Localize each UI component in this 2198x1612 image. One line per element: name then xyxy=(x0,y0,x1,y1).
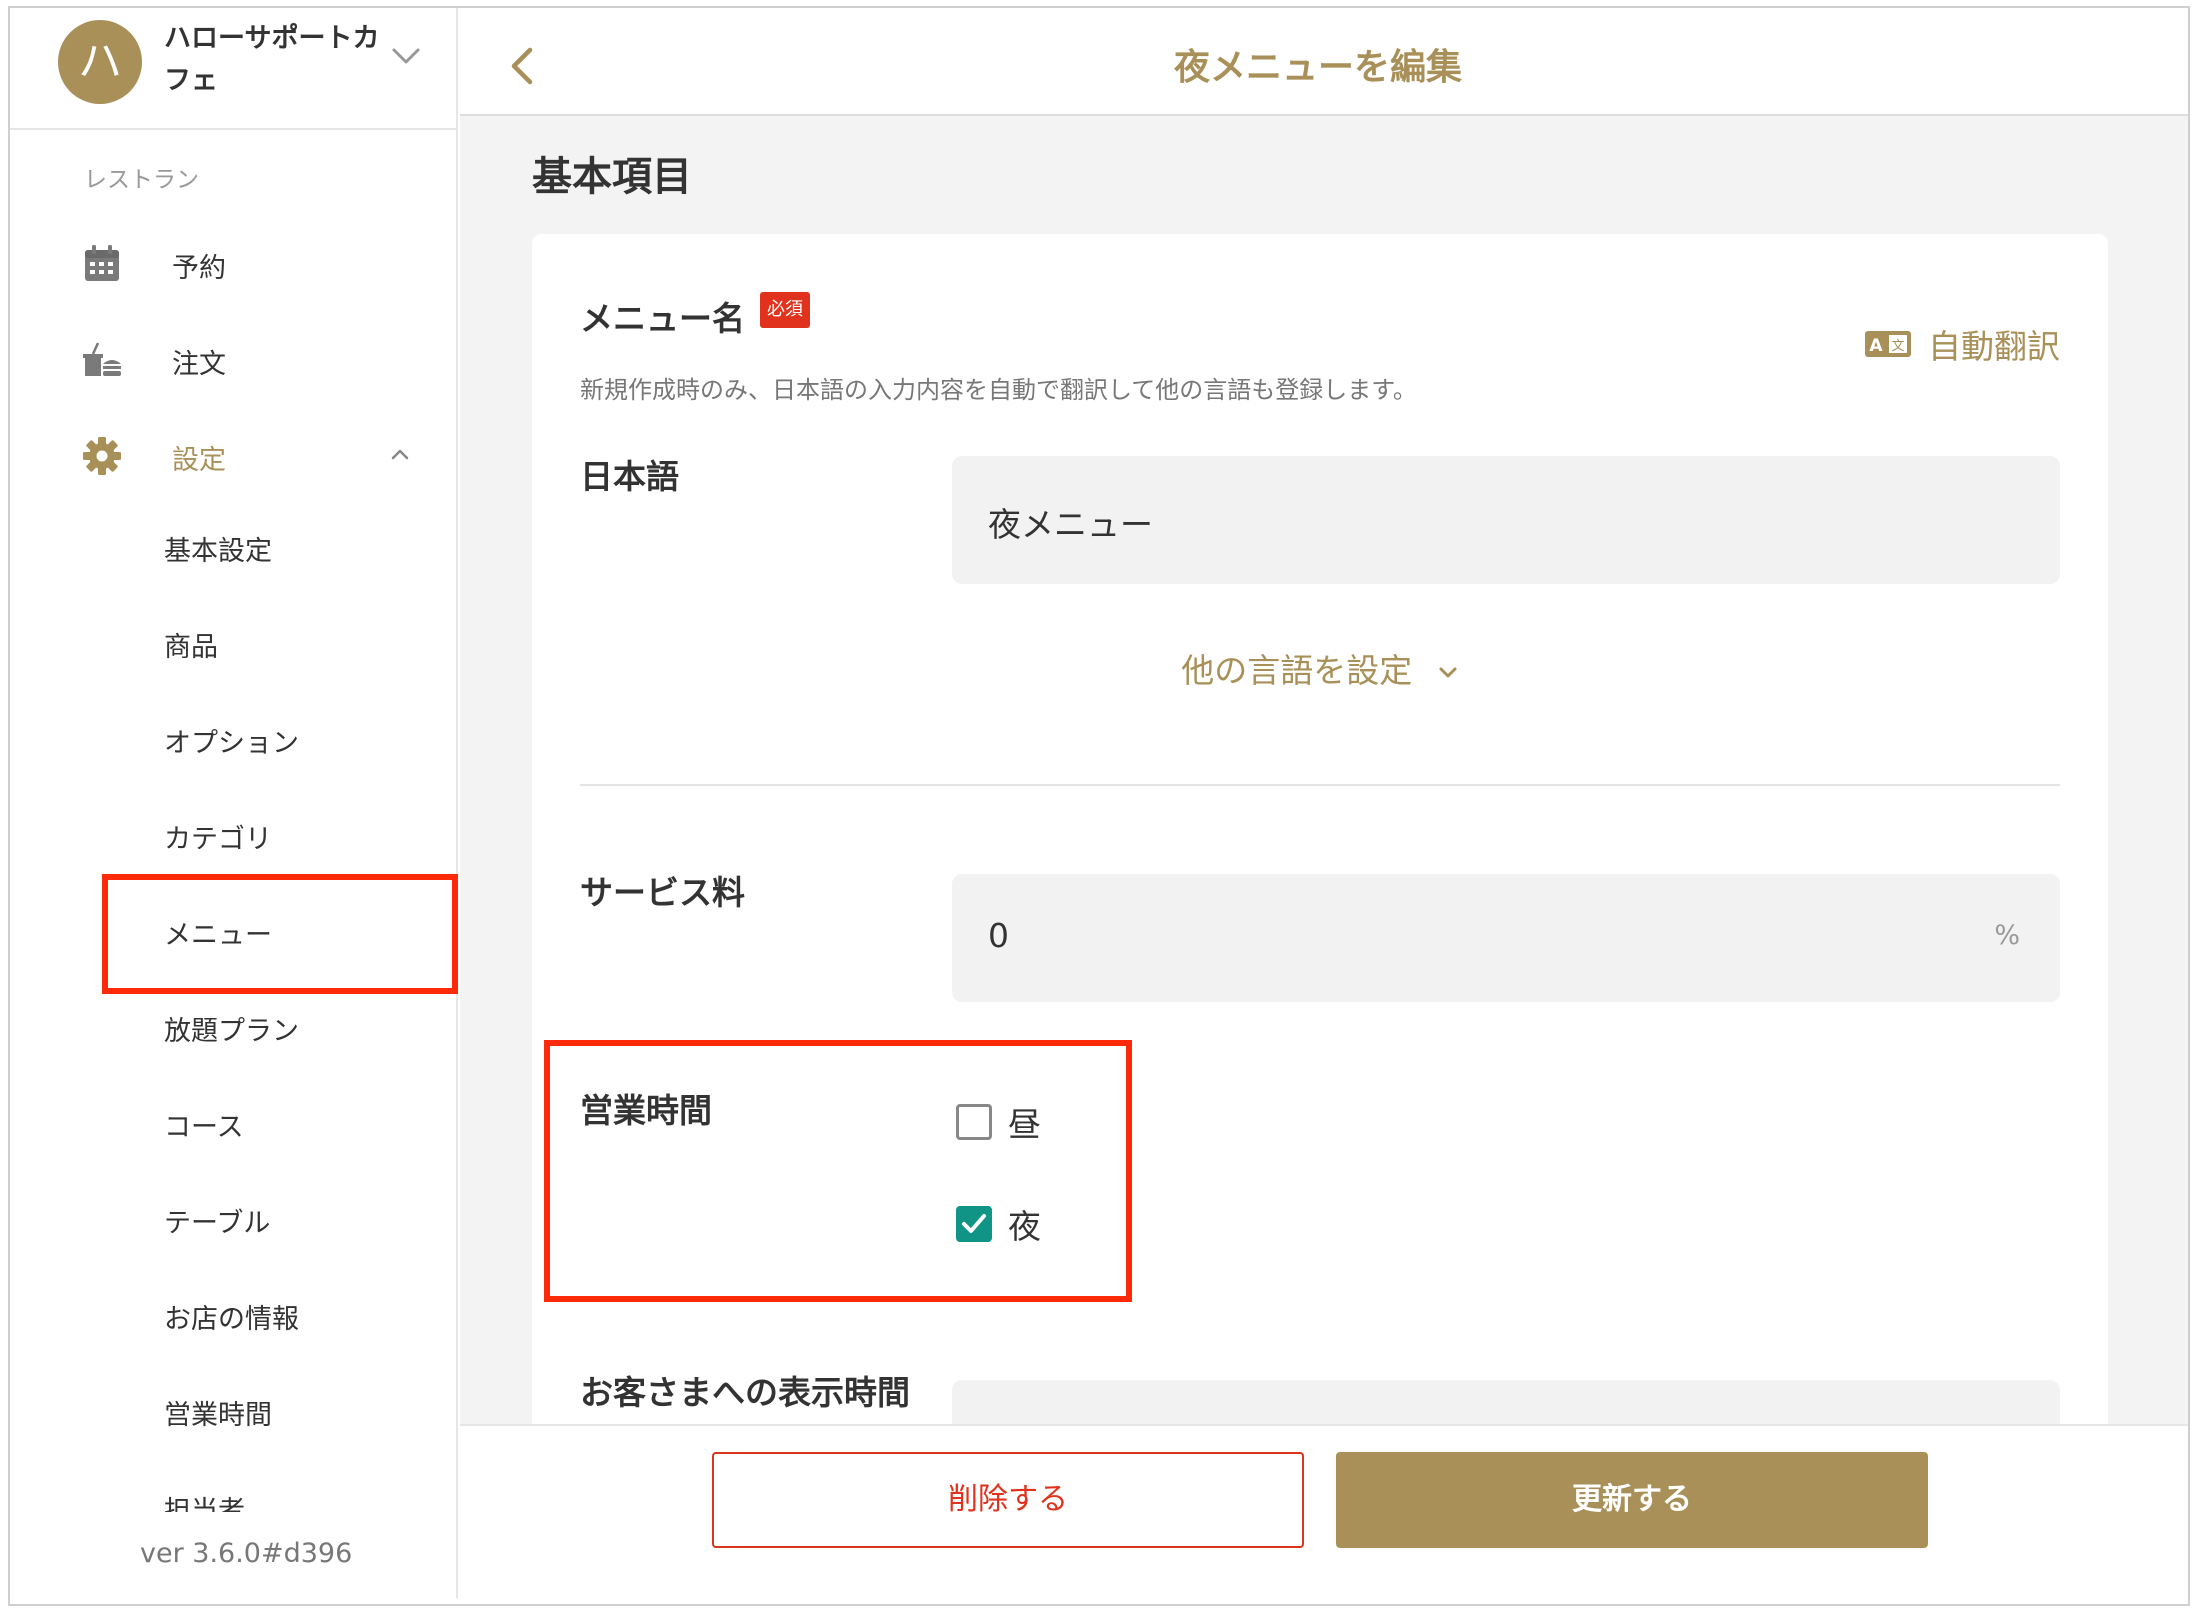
svg-text:文: 文 xyxy=(1891,339,1904,354)
translate-hint: 新規作成時のみ、日本語の入力内容を自動で翻訳して他の言語も登録します。 xyxy=(580,376,1417,404)
delete-button[interactable]: 削除する xyxy=(712,1452,1304,1548)
sidebar-item-basic-settings[interactable]: 基本設定 xyxy=(164,522,272,582)
other-languages-toggle[interactable]: 他の言語を設定 xyxy=(532,644,2108,692)
calendar-icon xyxy=(85,245,119,281)
sidebar-item-label: 予約 xyxy=(172,253,226,284)
store-name: ハローサポートカフェ xyxy=(164,23,380,96)
sidebar: ハ ハローサポートカフェ レストラン 予約 注文 設定 基本設定 商品 オプショ… xyxy=(10,8,458,1598)
menu-name-label: メニュー名 xyxy=(580,299,745,338)
menu-name-japanese-input[interactable]: 夜メニュー xyxy=(952,456,2060,584)
sidebar-item-store-info[interactable]: お店の情報 xyxy=(164,1290,299,1350)
sidebar-item-tables[interactable]: テーブル xyxy=(164,1194,270,1254)
chevron-down-icon[interactable] xyxy=(388,42,424,70)
divider xyxy=(580,784,2060,786)
sidebar-item-menu[interactable]: メニュー xyxy=(164,906,272,966)
svg-text:A: A xyxy=(1869,336,1883,356)
service-fee-value: 0 xyxy=(988,916,1009,955)
page-title: 夜メニューを編集 xyxy=(1173,47,1462,88)
app-version: ver 3.6.0#d396 xyxy=(140,1538,353,1569)
header-bar: 夜メニューを編集 xyxy=(460,8,2188,116)
sidebar-item-courses[interactable]: コース xyxy=(164,1098,244,1158)
auto-translate-label: 自動翻訳 xyxy=(1928,327,2060,366)
main-content: 夜メニューを編集 基本項目 メニュー名 必須 A 文 自動翻訳 新規作成時のみ、… xyxy=(460,8,2188,1598)
chevron-down-icon xyxy=(1439,667,1457,677)
sidebar-item-business-hours[interactable]: 営業時間 xyxy=(164,1386,272,1446)
business-hours-label: 営業時間 xyxy=(580,1091,712,1130)
sidebar-item-label: 設定 xyxy=(172,445,226,476)
night-checkbox-label: 夜 xyxy=(1008,1207,1041,1246)
other-languages-label: 他の言語を設定 xyxy=(1181,651,1413,690)
display-time-label: お客さまへの表示時間 xyxy=(580,1373,910,1412)
night-checkbox[interactable] xyxy=(956,1206,992,1242)
sidebar-item-settings[interactable]: 設定 xyxy=(10,414,456,494)
required-badge: 必須 xyxy=(760,292,810,328)
sidebar-section-label: レストラン xyxy=(84,167,199,193)
business-hours-option-day[interactable]: 昼 xyxy=(956,1102,1041,1144)
sidebar-item-reservation[interactable]: 予約 xyxy=(10,222,456,302)
menu-name-japanese-value: 夜メニュー xyxy=(988,505,1153,544)
day-checkbox-label: 昼 xyxy=(1008,1105,1041,1144)
form-card: メニュー名 必須 A 文 自動翻訳 新規作成時のみ、日本語の入力内容を自動で翻訳… xyxy=(532,234,2108,1508)
business-hours-option-night[interactable]: 夜 xyxy=(956,1204,1041,1246)
japanese-label: 日本語 xyxy=(580,457,679,496)
auto-translate-button[interactable]: A 文 自動翻訳 xyxy=(1864,322,2060,366)
order-icon xyxy=(83,342,121,376)
sidebar-item-staff[interactable]: 担当者 xyxy=(164,1492,264,1512)
sidebar-item-products[interactable]: 商品 xyxy=(164,618,218,678)
checkmark-icon xyxy=(962,1214,986,1233)
gear-icon xyxy=(83,437,121,475)
sidebar-item-order[interactable]: 注文 xyxy=(10,318,456,398)
action-footer: 削除する 更新する xyxy=(460,1424,2188,1598)
day-checkbox[interactable] xyxy=(956,1104,992,1140)
store-switcher[interactable]: ハ ハローサポートカフェ xyxy=(10,8,456,130)
sidebar-item-label: 注文 xyxy=(172,349,226,380)
service-fee-input[interactable]: 0 % xyxy=(952,874,2060,1002)
chevron-up-icon[interactable] xyxy=(386,442,414,466)
sidebar-item-all-you-can-plan[interactable]: 放題プラン xyxy=(164,1002,299,1062)
section-title: 基本項目 xyxy=(532,154,692,200)
service-fee-label: サービス料 xyxy=(580,873,745,912)
update-button[interactable]: 更新する xyxy=(1336,1452,1928,1548)
avatar: ハ xyxy=(58,20,142,104)
sidebar-item-categories[interactable]: カテゴリ xyxy=(164,810,272,870)
sidebar-item-options[interactable]: オプション xyxy=(164,714,299,774)
translate-icon: A 文 xyxy=(1865,331,1911,357)
percent-suffix: % xyxy=(1994,920,2020,951)
